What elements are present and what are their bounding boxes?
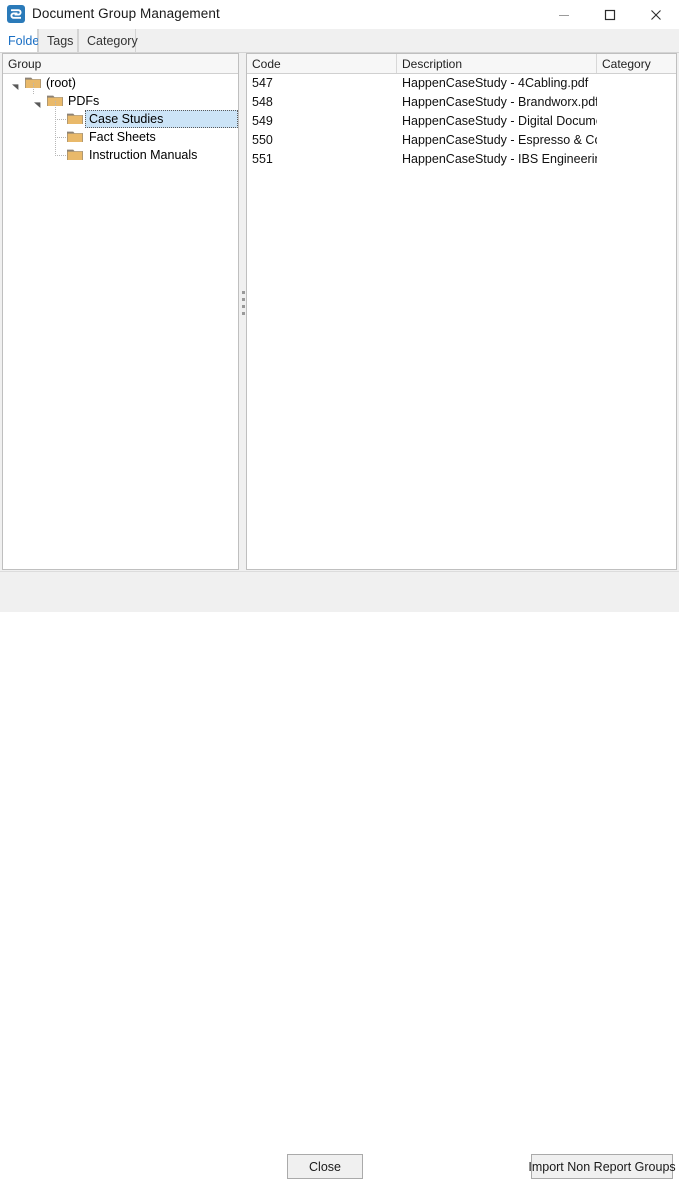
table-row[interactable]: 548 HappenCaseStudy - Brandworx.pdf: [247, 93, 676, 112]
minimize-button[interactable]: [541, 0, 587, 29]
tree-connector-line: [55, 119, 67, 120]
title-bar: Document Group Management: [0, 0, 679, 30]
splitter-grip-dot: [242, 298, 245, 301]
tree-node-label: Fact Sheets: [89, 130, 156, 144]
cell-description: HappenCaseStudy - Espresso & Coffee S: [402, 133, 597, 147]
tree-connector-line: [55, 137, 56, 155]
tree-connector-line: [33, 83, 34, 95]
tree-node-instruction-manuals[interactable]: Instruction Manuals: [3, 137, 238, 164]
maximize-button[interactable]: [587, 0, 633, 29]
splitter-grip-dot: [242, 305, 245, 308]
list-column-header-row: Code Description Category: [247, 54, 676, 74]
cell-description: HappenCaseStudy - Digital Document So: [402, 114, 597, 128]
tree-connector-line: [55, 119, 56, 137]
dialog-footer: Close Import Non Report Groups: [0, 571, 679, 1179]
tree-node-label: (root): [46, 76, 76, 90]
cell-category: [597, 74, 676, 93]
tree-node-case-studies[interactable]: Case Studies: [3, 101, 238, 128]
document-group-icon: [7, 5, 25, 23]
tree-connector-line: [55, 137, 67, 138]
splitter-grip-dot: [242, 291, 245, 294]
tree-connector-line: [55, 155, 67, 156]
panel-splitter[interactable]: [239, 53, 246, 570]
document-list: 547 HappenCaseStudy - 4Cabling.pdf 548 H…: [247, 74, 676, 169]
cell-category: [597, 112, 676, 131]
cell-description: HappenCaseStudy - Brandworx.pdf: [402, 95, 597, 109]
column-header-description[interactable]: Description: [397, 54, 597, 73]
group-tree-panel: Group (root) PDFs Case Studies Fact Shee…: [2, 53, 239, 570]
cell-code: 549: [252, 114, 273, 128]
column-header-category[interactable]: Category: [597, 54, 676, 73]
tree-node-label: PDFs: [68, 94, 100, 108]
tree-column-header-group[interactable]: Group: [3, 54, 238, 73]
cell-description: HappenCaseStudy - IBS Engineering.pdf: [402, 152, 597, 166]
chevron-expanded-icon[interactable]: [11, 80, 20, 90]
import-non-report-groups-button[interactable]: Import Non Report Groups: [528, 1154, 676, 1179]
chevron-expanded-icon[interactable]: [33, 98, 42, 108]
cell-category: [597, 131, 676, 150]
window-title: Document Group Management: [32, 6, 220, 21]
tree-node-fact-sheets[interactable]: Fact Sheets: [3, 119, 238, 146]
tab-category[interactable]: Category: [78, 29, 138, 53]
splitter-grip-dot: [242, 312, 245, 315]
tree-connector-line: [55, 101, 56, 119]
tree-node-label: Case Studies: [89, 112, 164, 126]
tab-folder[interactable]: Folder: [0, 29, 43, 53]
group-tree: (root) PDFs Case Studies Fact Sheets Ins…: [3, 74, 238, 164]
column-header-code[interactable]: Code: [247, 54, 397, 73]
tree-node-pdfs[interactable]: PDFs: [3, 83, 238, 110]
cell-category: [597, 93, 676, 112]
window-controls: [541, 0, 679, 29]
close-button[interactable]: [633, 0, 679, 29]
cell-description: HappenCaseStudy - 4Cabling.pdf: [402, 76, 589, 90]
table-row[interactable]: 550 HappenCaseStudy - Espresso & Coffee …: [247, 131, 676, 150]
cell-code: 548: [252, 95, 273, 109]
document-list-panel: Code Description Category 547 HappenCase…: [246, 53, 677, 570]
folder-icon: [67, 130, 83, 143]
document-group-management-window: Document Group Management Folder Tags Ca…: [0, 0, 679, 1179]
cell-code: 547: [252, 76, 273, 90]
cell-code: 550: [252, 133, 273, 147]
tree-column-header-row: Group: [3, 54, 238, 74]
folder-icon: [67, 148, 83, 161]
table-row[interactable]: 551 HappenCaseStudy - IBS Engineering.pd…: [247, 150, 676, 169]
folder-icon: [67, 112, 83, 125]
table-row[interactable]: 549 HappenCaseStudy - Digital Document S…: [247, 112, 676, 131]
tree-node-root[interactable]: (root): [3, 74, 238, 92]
close-button-footer[interactable]: Close: [287, 1154, 363, 1179]
tab-tags[interactable]: Tags: [38, 29, 78, 53]
tree-node-label: Instruction Manuals: [89, 148, 198, 162]
table-row[interactable]: 547 HappenCaseStudy - 4Cabling.pdf: [247, 74, 676, 93]
cell-code: 551: [252, 152, 273, 166]
cell-category: [597, 150, 676, 169]
